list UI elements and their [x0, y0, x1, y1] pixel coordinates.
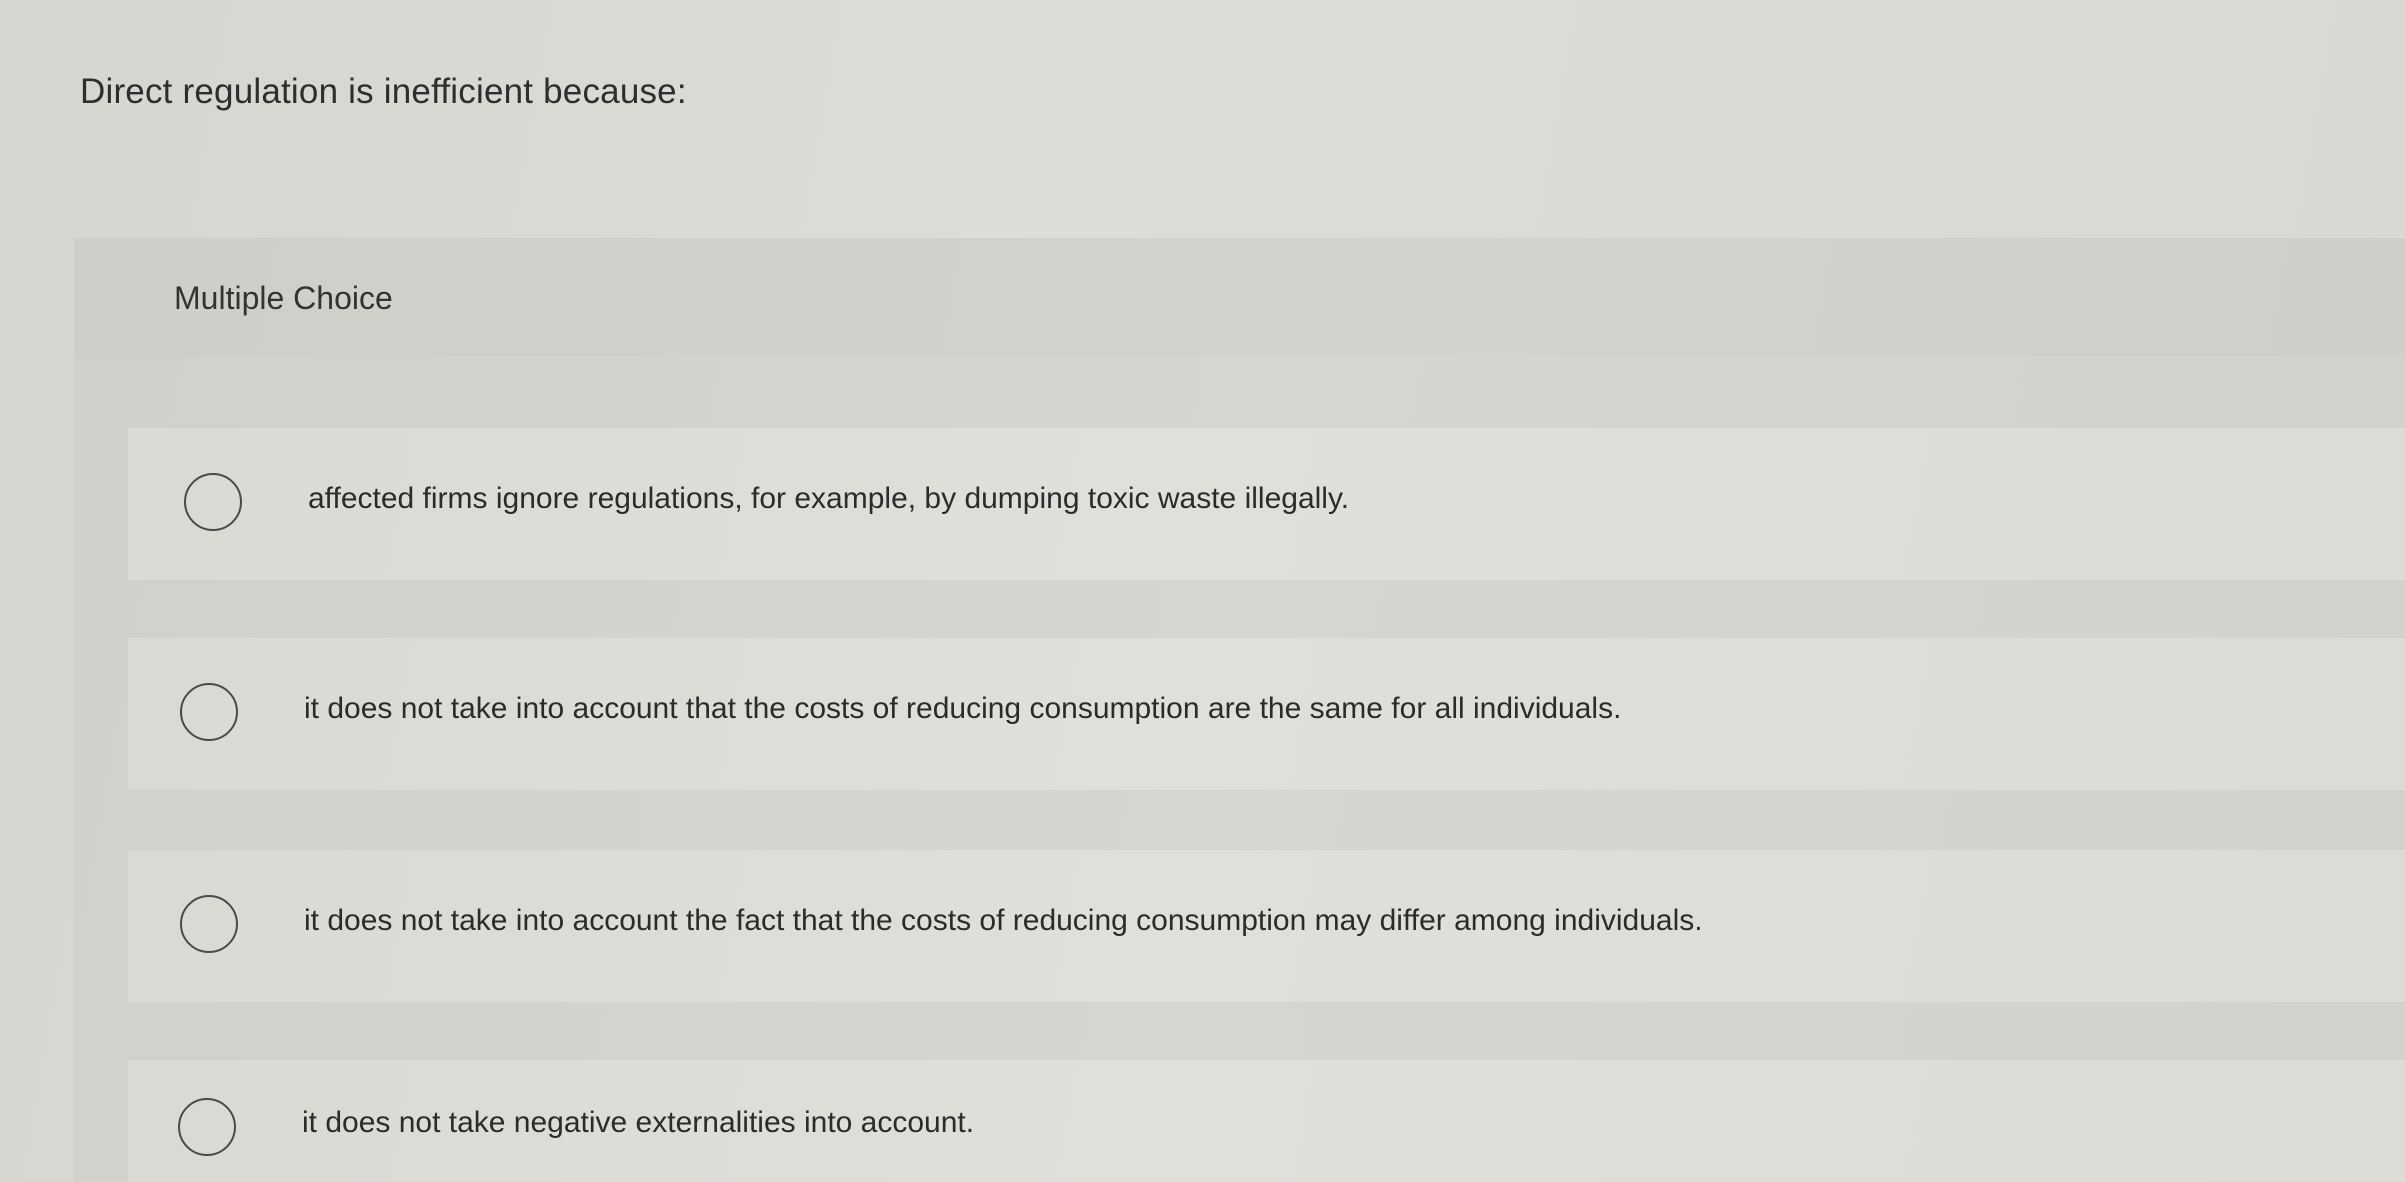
multiple-choice-label: Multiple Choice [174, 280, 393, 316]
radio-button-icon[interactable] [178, 1098, 236, 1156]
answer-option-3-text[interactable]: it does not take into account the fact t… [304, 904, 1703, 938]
answer-option-4-text[interactable]: it does not take negative externalities … [302, 1106, 974, 1140]
multiple-choice-panel: Multiple Choice affected firms ignore re… [74, 238, 2405, 1182]
answer-option-2-text[interactable]: it does not take into account that the c… [304, 692, 1621, 726]
answer-option-4[interactable]: it does not take negative externalities … [128, 1060, 2405, 1182]
answer-option-1[interactable]: affected firms ignore regulations, for e… [128, 428, 2405, 580]
question-prompt: Direct regulation is inefficient because… [80, 72, 687, 111]
radio-button-icon[interactable] [180, 683, 238, 741]
answer-option-1-text[interactable]: affected firms ignore regulations, for e… [308, 482, 1349, 516]
answer-option-2[interactable]: it does not take into account that the c… [128, 638, 2405, 790]
radio-button-icon[interactable] [184, 473, 242, 531]
radio-button-icon[interactable] [180, 895, 238, 953]
answer-option-3[interactable]: it does not take into account the fact t… [128, 850, 2405, 1002]
multiple-choice-header: Multiple Choice [74, 238, 2405, 356]
